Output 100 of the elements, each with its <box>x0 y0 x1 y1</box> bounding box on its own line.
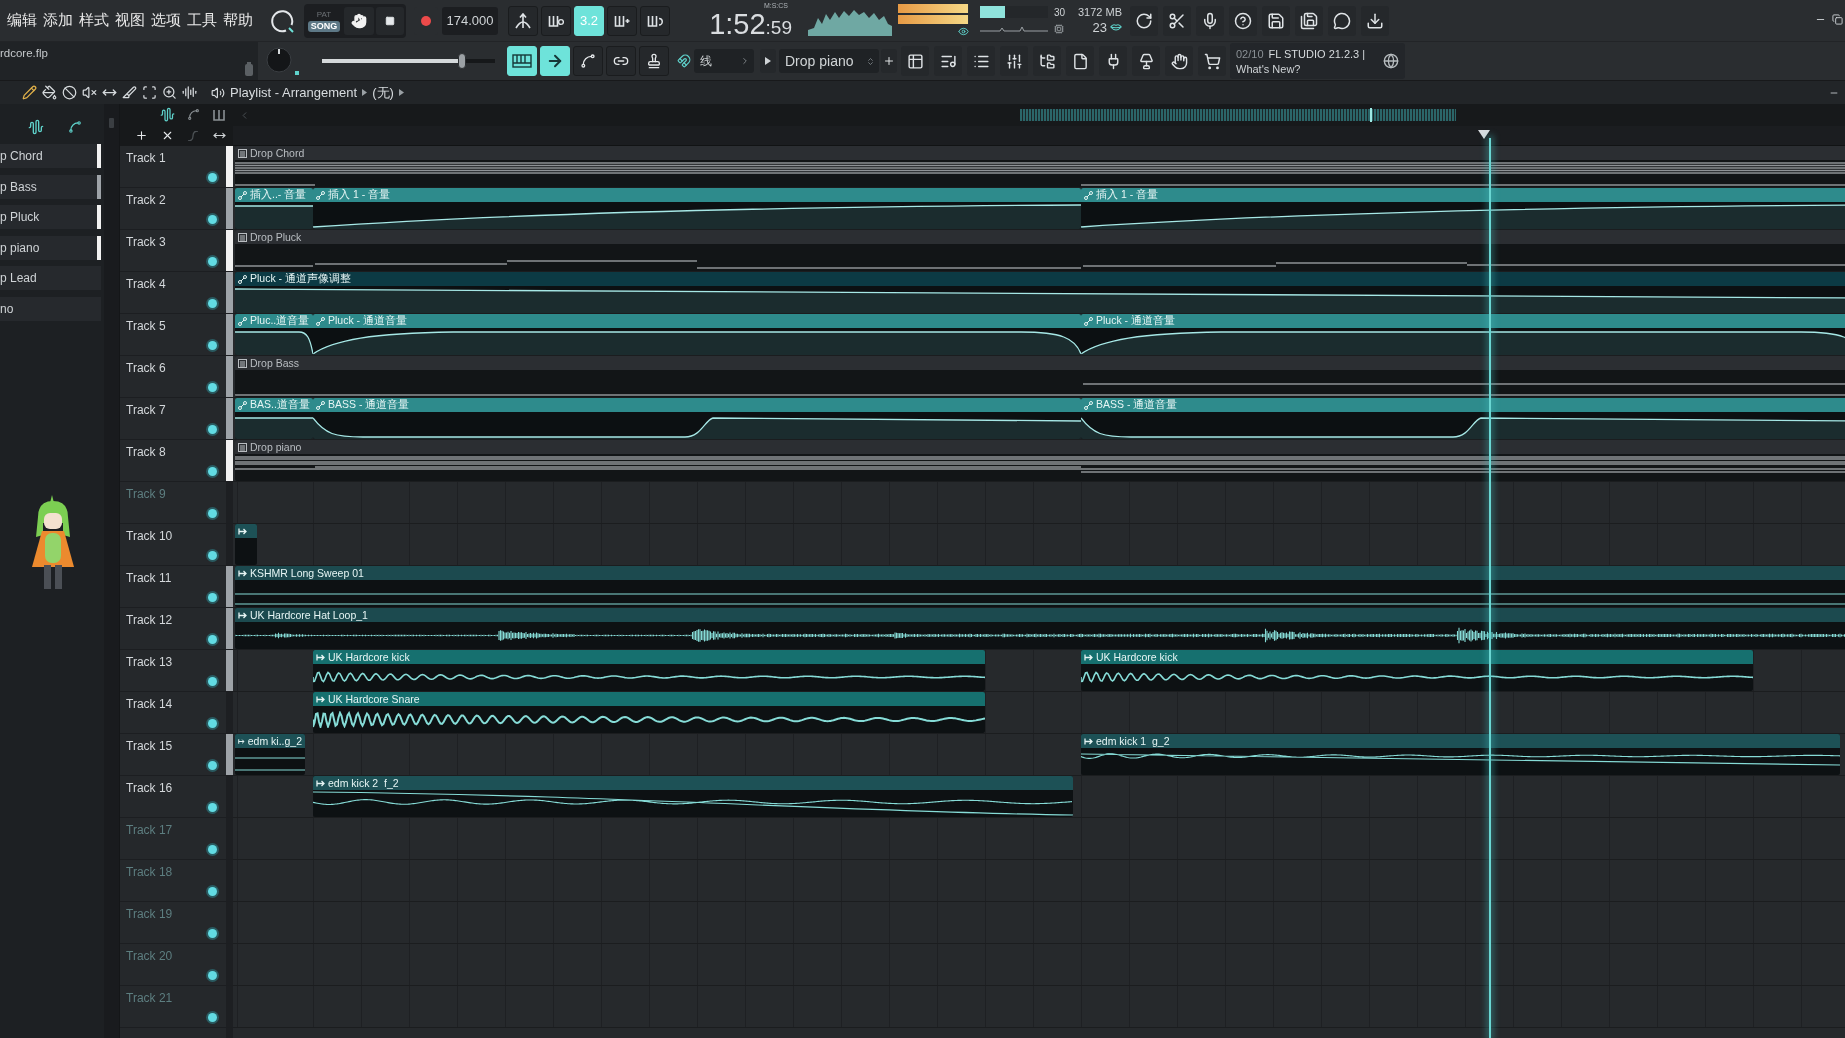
toolbar-button[interactable] <box>1295 5 1323 36</box>
track-name[interactable]: Track 2 <box>126 193 166 207</box>
track-name[interactable]: Track 14 <box>126 697 173 711</box>
menu-item[interactable]: 选项 <box>151 11 181 30</box>
track-enable-button[interactable] <box>208 383 217 392</box>
audio-clip[interactable]: UK Hardcore Snare <box>313 692 985 733</box>
track-enable-button[interactable] <box>208 509 217 518</box>
automation-clip[interactable]: Pluck - 通道音量 <box>1081 314 1845 355</box>
track-enable-button[interactable] <box>208 425 217 434</box>
mode-option[interactable]: PAT <box>313 9 335 20</box>
audio-clip[interactable]: edm kick 1 g_2 <box>1081 734 1840 775</box>
menu-item[interactable]: 添加 <box>43 11 73 30</box>
track-name[interactable]: Track 7 <box>126 403 166 417</box>
volume-thumb[interactable] <box>458 53 467 69</box>
track-name[interactable]: Track 8 <box>126 445 166 459</box>
automation-clip[interactable]: 插入 1 - 音量 <box>1081 188 1845 229</box>
track-enable-button[interactable] <box>208 929 217 938</box>
toolbar-button[interactable] <box>1328 5 1356 36</box>
spline-icon[interactable] <box>186 108 200 121</box>
toolbar-toggle[interactable] <box>508 5 538 36</box>
toolbar-toggle[interactable] <box>640 5 670 36</box>
toolbar-button[interactable] <box>1099 46 1127 76</box>
automation-clip[interactable]: 插入 1 - 音量 <box>313 188 1081 229</box>
audio-lines-icon[interactable] <box>182 85 197 100</box>
audio-clip[interactable]: edm ki..g_2 <box>235 734 305 775</box>
audio-clip[interactable]: UK Hardcore kick <box>1081 650 1753 691</box>
pattern-item[interactable]: p Lead <box>0 266 101 290</box>
track-name[interactable]: Track 11 <box>126 571 172 585</box>
automation-clip[interactable]: Pluck - 通道音量 <box>313 314 1081 355</box>
pattern-item[interactable]: p Pluck <box>0 205 101 229</box>
toolbar-button[interactable] <box>1132 46 1160 76</box>
track-enable-button[interactable] <box>208 299 217 308</box>
menu-item[interactable]: 帮助 <box>223 11 253 30</box>
globe-icon[interactable] <box>1383 53 1399 69</box>
plus-icon[interactable] <box>134 129 148 142</box>
pattern-clip[interactable]: Drop Bass <box>235 356 1845 397</box>
track-enable-button[interactable] <box>208 635 217 644</box>
toolbar-button[interactable] <box>967 46 995 76</box>
track-name[interactable]: Track 1 <box>126 151 166 165</box>
automation-clip[interactable]: BASS - 通道音量 <box>313 398 1081 439</box>
track-enable-button[interactable] <box>208 971 217 980</box>
paint-bucket-icon[interactable] <box>42 85 57 100</box>
waveform-icon[interactable] <box>159 107 175 122</box>
ban-icon[interactable] <box>62 85 77 100</box>
pattern-item[interactable]: p piano <box>0 235 101 260</box>
toolbar-button[interactable] <box>1198 46 1226 76</box>
track-name[interactable]: Track 15 <box>126 739 173 753</box>
audio-clip[interactable]: KSHMR Long Sweep 01 <box>235 566 1845 607</box>
arrow-button[interactable] <box>760 49 776 73</box>
pencil-icon[interactable] <box>22 85 37 100</box>
automation-clip[interactable]: 插入..- 音量 <box>235 188 313 229</box>
toolbar-button[interactable] <box>1000 46 1028 76</box>
track-name[interactable]: Track 4 <box>126 277 166 291</box>
pattern-item[interactable]: p Chord <box>0 144 101 168</box>
stop-button[interactable] <box>376 6 404 35</box>
track-enable-button[interactable] <box>208 719 217 728</box>
track-enable-button[interactable] <box>208 593 217 602</box>
pattern-clip[interactable]: Drop piano <box>235 440 1845 481</box>
track-enable-button[interactable] <box>208 467 217 476</box>
knife-icon[interactable] <box>122 85 137 100</box>
toolbar-button[interactable] <box>1196 5 1224 36</box>
track-enable-button[interactable] <box>208 257 217 266</box>
restore-icon[interactable] <box>1832 14 1843 25</box>
menu-item[interactable]: 编辑 <box>7 11 37 30</box>
snap-dropdown[interactable]: 线 <box>694 49 754 73</box>
toolbar-button[interactable] <box>1130 5 1158 36</box>
toolbar-toggle[interactable] <box>607 5 637 36</box>
track-enable-button[interactable] <box>208 887 217 896</box>
track-enable-button[interactable] <box>208 845 217 854</box>
track-name[interactable]: Track 12 <box>126 613 173 627</box>
master-volume-slider[interactable] <box>322 53 495 69</box>
transport-button[interactable] <box>344 6 374 35</box>
scan-frame-icon[interactable] <box>142 85 157 100</box>
toolbar-button[interactable] <box>1163 5 1191 36</box>
automation-clip[interactable]: BAS..道音量 <box>235 398 313 439</box>
audio-clip[interactable]: UK Hardcore Hat Loop_1 <box>235 608 1845 649</box>
spline-icon[interactable] <box>68 120 82 134</box>
automation-clip[interactable]: BASS - 通道音量 <box>1081 398 1845 439</box>
zoom-icon[interactable] <box>162 85 177 100</box>
pattern-item[interactable]: p Bass <box>0 174 101 199</box>
toolbar-button[interactable] <box>1165 46 1193 76</box>
toolbar-button[interactable] <box>901 46 929 76</box>
track-enable-button[interactable] <box>208 803 217 812</box>
playhead-marker-icon[interactable] <box>1478 130 1490 139</box>
song-overview-scrollbar[interactable] <box>1020 109 1456 121</box>
toolbar-button[interactable] <box>1229 5 1257 36</box>
toolbar-toggle[interactable] <box>573 46 603 76</box>
audio-clip[interactable] <box>235 524 257 565</box>
track-enable-button[interactable] <box>208 173 217 182</box>
dial-icon[interactable] <box>270 8 294 33</box>
bars-icon[interactable] <box>213 108 225 121</box>
pattern-clip[interactable]: Drop Pluck <box>235 230 1845 271</box>
track-name[interactable]: Track 16 <box>126 781 173 795</box>
menu-item[interactable]: 样式 <box>79 11 109 30</box>
track-name[interactable]: Track 3 <box>126 235 166 249</box>
track-enable-button[interactable] <box>208 677 217 686</box>
automation-clip[interactable]: Pluc..道音量 <box>235 314 313 355</box>
track-enable-button[interactable] <box>208 761 217 770</box>
audio-clip[interactable]: edm kick 2 f_2 <box>313 776 1073 817</box>
breadcrumb-item[interactable]: (无) <box>372 83 394 102</box>
